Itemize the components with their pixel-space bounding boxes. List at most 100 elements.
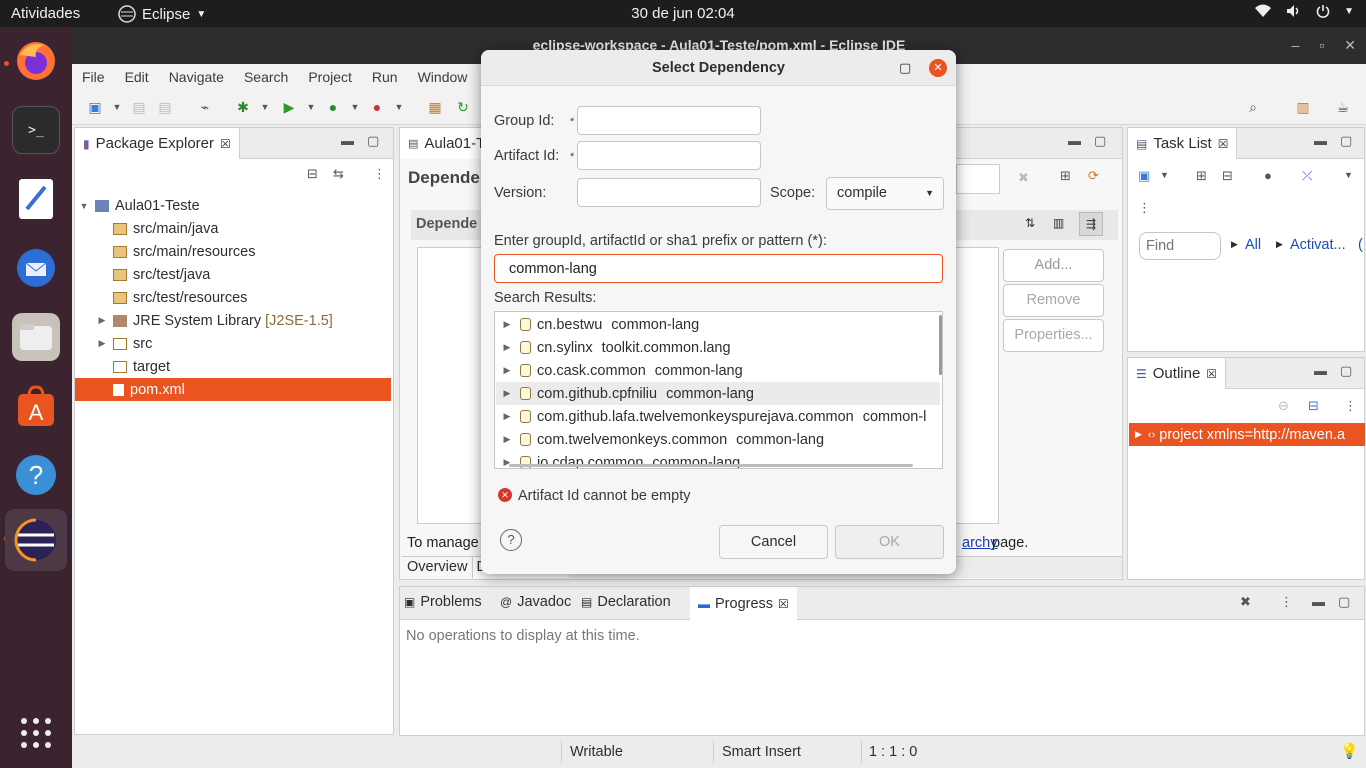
status-insert-mode[interactable]: Smart Insert: [722, 744, 801, 760]
expand-icon[interactable]: ▶: [502, 388, 512, 399]
result-row[interactable]: ▶ com.github.lafa.twelvemonkeyspurejava.…: [496, 405, 940, 428]
result-row[interactable]: ▶ co.cask.common common-lang: [496, 359, 940, 382]
toggle-icon[interactable]: ⌁: [196, 98, 214, 116]
result-row-hovered[interactable]: ▶ com.github.cpfniliu common-lang: [496, 382, 940, 405]
ok-button[interactable]: OK: [835, 525, 944, 559]
menu-file[interactable]: File: [72, 64, 115, 90]
tree-item-target[interactable]: target: [75, 355, 391, 378]
run-icon[interactable]: ▶: [280, 98, 298, 116]
menu-project[interactable]: Project: [298, 64, 362, 90]
task-help-link[interactable]: (: [1358, 237, 1363, 253]
chevron-down-icon[interactable]: ▼: [346, 98, 364, 116]
view-menu-icon[interactable]: ⋮: [1280, 594, 1293, 610]
maximize-icon[interactable]: ▫: [1319, 27, 1324, 64]
new-package-icon[interactable]: ▦: [426, 98, 444, 116]
minimize-icon[interactable]: ▬: [1312, 594, 1325, 609]
collapse-icon[interactable]: ⊖: [1278, 398, 1289, 414]
minimize-icon[interactable]: –: [1292, 27, 1300, 64]
focus-icon[interactable]: ●: [1264, 168, 1272, 183]
horizontal-scrollbar[interactable]: [509, 464, 913, 467]
expand-icon[interactable]: ▶: [502, 434, 512, 445]
tab-javadoc[interactable]: @ Javadoc: [500, 594, 571, 610]
result-row[interactable]: ▶ com.twelvemonkeys.common common-lang: [496, 428, 940, 451]
task-activate-link[interactable]: Activat...: [1290, 237, 1346, 253]
new-task-icon[interactable]: ▣: [1138, 168, 1150, 184]
collapse-all-icon[interactable]: ⊟: [307, 166, 318, 182]
link-with-editor-icon[interactable]: ⇆: [333, 166, 344, 182]
expand-icon[interactable]: ▶: [502, 411, 512, 422]
remove-dependency-button[interactable]: Remove: [1003, 284, 1104, 317]
minimize-icon[interactable]: ▬: [1068, 133, 1081, 148]
maximize-icon[interactable]: ▢: [1340, 133, 1352, 149]
version-input[interactable]: [577, 178, 761, 207]
refresh-icon[interactable]: ↻: [454, 98, 472, 116]
cancel-button[interactable]: Cancel: [719, 525, 828, 559]
menu-window[interactable]: Window: [408, 64, 478, 90]
add-dependency-button[interactable]: Add...: [1003, 249, 1104, 282]
close-icon[interactable]: ☒: [1218, 137, 1229, 151]
app-menu[interactable]: Eclipse ▼: [118, 5, 206, 23]
expand-icon[interactable]: ▼: [79, 201, 89, 211]
categorized-icon[interactable]: ⊞: [1196, 168, 1207, 184]
search-pattern-input[interactable]: [494, 254, 943, 283]
tree-item-src-main-resources[interactable]: src/main/resources: [75, 240, 391, 263]
coverage-icon[interactable]: ●: [324, 98, 342, 116]
filter-icon[interactable]: ⇶: [1079, 212, 1103, 236]
scheduled-icon[interactable]: ⊟: [1222, 168, 1233, 184]
help-icon[interactable]: ?: [500, 529, 522, 551]
maximize-icon[interactable]: ▢: [1338, 594, 1350, 610]
properties-button[interactable]: Properties...: [1003, 319, 1104, 352]
sort-icon[interactable]: ⇅: [1025, 216, 1035, 230]
view-menu-icon[interactable]: ⋮: [1138, 200, 1151, 216]
close-icon[interactable]: ☒: [220, 137, 231, 151]
dialog-titlebar[interactable]: Select Dependency ▢ ✕: [481, 50, 956, 86]
close-icon[interactable]: ✕: [929, 59, 947, 77]
expand-icon[interactable]: ▶: [1135, 429, 1142, 440]
tree-item-src[interactable]: ▶ src: [75, 332, 391, 355]
menu-navigate[interactable]: Navigate: [159, 64, 234, 90]
tab-declaration[interactable]: ▤ Declaration: [581, 594, 671, 610]
tree-item-src-main-java[interactable]: src/main/java: [75, 217, 391, 240]
scope-select[interactable]: compile ▼: [826, 177, 944, 210]
tree-item-pom[interactable]: pom.xml: [75, 378, 391, 401]
maximize-icon[interactable]: ▢: [899, 50, 911, 86]
pom-hierarchy-icon[interactable]: ⊞: [1060, 168, 1071, 184]
chevron-down-icon[interactable]: ▼: [108, 98, 126, 116]
java-perspective-icon[interactable]: ☕: [1334, 98, 1352, 116]
chevron-down-icon[interactable]: ▼: [1344, 170, 1353, 180]
chevron-down-icon[interactable]: ▼: [302, 98, 320, 116]
search-icon[interactable]: ⌕: [1244, 98, 1262, 116]
group-id-input[interactable]: [577, 106, 761, 135]
debug-icon[interactable]: ✱: [234, 98, 252, 116]
open-perspective-icon[interactable]: ▥: [1294, 98, 1312, 116]
tab-problems[interactable]: ▣ Problems: [404, 594, 482, 610]
result-row[interactable]: ▶ cn.sylinx toolkit.common.lang: [496, 336, 940, 359]
columns-icon[interactable]: ▥: [1053, 216, 1064, 230]
help-icon[interactable]: ?: [12, 451, 60, 499]
tree-item-src-test-resources[interactable]: src/test/resources: [75, 286, 391, 309]
thunderbird-icon[interactable]: [12, 244, 60, 292]
activities-button[interactable]: Atividades: [11, 5, 80, 22]
task-find-input[interactable]: [1139, 232, 1221, 260]
system-tray[interactable]: ▼: [1254, 4, 1354, 18]
artifact-id-input[interactable]: [577, 141, 761, 170]
tab-package-explorer[interactable]: ▮ Package Explorer ☒: [75, 128, 240, 159]
close-icon[interactable]: ✕: [1344, 27, 1356, 64]
result-row[interactable]: ▶ cn.bestwu common-lang: [496, 313, 940, 336]
files-icon[interactable]: [12, 313, 60, 361]
hide-completed-icon[interactable]: ⤫: [1302, 168, 1312, 184]
chevron-down-icon[interactable]: ▼: [1160, 170, 1169, 180]
tree-item-project[interactable]: ▼ Aula01-Teste: [75, 194, 391, 217]
expand-icon[interactable]: ▶: [502, 365, 512, 376]
maximize-icon[interactable]: ▢: [1094, 133, 1106, 149]
chevron-down-icon[interactable]: ▼: [390, 98, 408, 116]
close-icon[interactable]: ☒: [778, 597, 789, 611]
view-menu-icon[interactable]: ⋮: [1344, 398, 1357, 414]
external-tools-icon[interactable]: ●: [368, 98, 386, 116]
vertical-scrollbar[interactable]: [939, 315, 942, 375]
tab-progress[interactable]: ▬ Progress ☒: [690, 587, 797, 620]
terminal-icon[interactable]: >_: [12, 106, 60, 154]
menu-run[interactable]: Run: [362, 64, 408, 90]
show-apps-icon[interactable]: [12, 709, 60, 757]
tab-outline[interactable]: ☰ Outline ☒: [1128, 358, 1227, 389]
